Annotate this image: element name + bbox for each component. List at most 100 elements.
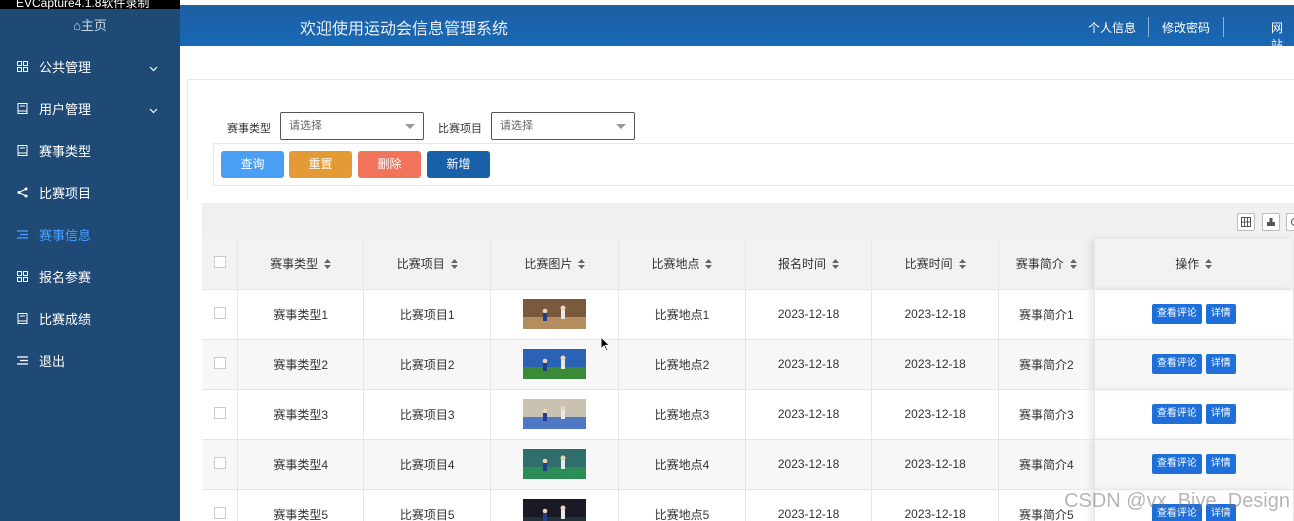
place-cell: 比赛地点2	[618, 339, 746, 390]
match-time-cell: 2023-12-18	[871, 339, 999, 390]
intro-cell: 赛事简介3	[998, 389, 1095, 440]
print-icon[interactable]	[1286, 213, 1294, 231]
delete-button[interactable]: 删除	[358, 151, 421, 178]
image-cell	[490, 389, 620, 440]
recorder-label: EVCapture4.1.8软件录制	[0, 0, 180, 9]
change-password-link[interactable]: 修改密码	[1162, 19, 1210, 36]
sidebar-item-label: 报名参赛	[39, 269, 92, 285]
badminton-photo-image	[523, 499, 587, 521]
sort-icon[interactable]	[450, 258, 458, 272]
column-header-label: 比赛时间	[904, 257, 953, 272]
place-cell: 比赛地点5	[618, 489, 746, 521]
table-row: 赛事类型1 比赛项目1 比赛地点1 2023-12-18 2023-12-18 赛事简介1…	[202, 289, 1294, 340]
sidebar-item[interactable]: 报名参赛	[0, 256, 180, 296]
event-type-cell: 赛事类型4	[237, 439, 364, 490]
badminton-photo-image	[523, 299, 587, 329]
row-select-cell	[202, 489, 239, 521]
row-checkbox[interactable]	[213, 356, 226, 369]
column-header-label: 比赛地点	[651, 257, 700, 272]
grid-icon	[16, 60, 28, 72]
chevron-down-icon	[616, 124, 626, 129]
select-all-cell	[202, 239, 239, 290]
signup-time-cell: 2023-12-18	[745, 389, 873, 440]
top-header: 欢迎使用运动会信息管理系统 个人信息 修改密码 网站	[180, 5, 1294, 52]
column-header[interactable]: 比赛图片	[490, 239, 620, 290]
sidebar-item[interactable]: 比赛成绩	[0, 298, 180, 338]
view-comments-button[interactable]: 查看评论	[1151, 454, 1202, 474]
view-comments-button[interactable]: 查看评论	[1151, 304, 1202, 324]
header-divider	[1223, 17, 1224, 37]
image-cell	[490, 489, 620, 521]
signup-time-cell: 2023-12-18	[745, 489, 873, 521]
profile-link[interactable]: 个人信息	[1088, 19, 1136, 36]
project-cell: 比赛项目1	[363, 289, 492, 340]
query-button[interactable]: 查询	[221, 151, 284, 178]
column-header[interactable]: 操作	[1094, 239, 1294, 290]
home-link[interactable]: ⌂主页	[0, 15, 180, 34]
sidebar-item[interactable]: 赛事信息	[0, 214, 180, 254]
event-type-select[interactable]: 请选择	[280, 112, 424, 140]
detail-button[interactable]: 详情	[1205, 354, 1236, 374]
operation-cell: 查看评论 详情	[1094, 339, 1294, 390]
event-type-cell: 赛事类型2	[237, 339, 364, 390]
reset-button[interactable]: 重置	[289, 151, 352, 178]
column-header[interactable]: 赛事简介	[998, 239, 1095, 290]
signup-time-cell: 2023-12-18	[745, 339, 873, 390]
sidebar-item[interactable]: 用户管理	[0, 88, 180, 128]
project-select[interactable]: 请选择	[491, 112, 635, 140]
column-header[interactable]: 比赛项目	[363, 239, 492, 290]
event-type-cell: 赛事类型5	[237, 489, 364, 521]
column-header[interactable]: 报名时间	[745, 239, 873, 290]
select-all-checkbox[interactable]	[213, 256, 226, 269]
row-checkbox[interactable]	[213, 506, 226, 519]
table-header-row: 赛事类型 比赛项目 比赛图片 比赛地点 报名时间 比赛时间 赛事简介 操作	[202, 239, 1294, 290]
intro-cell: 赛事简介4	[998, 439, 1095, 490]
column-header[interactable]: 比赛地点	[618, 239, 746, 290]
sort-icon[interactable]	[324, 258, 332, 272]
sort-icon[interactable]	[578, 258, 586, 272]
chevron-down-icon	[149, 60, 158, 75]
view-comments-button[interactable]: 查看评论	[1151, 354, 1202, 374]
column-header-label: 操作	[1175, 257, 1200, 272]
detail-button[interactable]: 详情	[1205, 304, 1236, 324]
sort-icon[interactable]	[1205, 258, 1213, 272]
website-link[interactable]: 网站	[1271, 19, 1294, 53]
mouse-cursor-icon	[600, 336, 611, 352]
view-comments-button[interactable]: 查看评论	[1151, 404, 1202, 424]
image-cell	[490, 439, 620, 490]
image-cell	[490, 289, 620, 340]
column-header[interactable]: 赛事类型	[237, 239, 364, 290]
sort-icon[interactable]	[958, 258, 966, 272]
project-cell: 比赛项目4	[363, 439, 492, 490]
sort-icon[interactable]	[705, 258, 713, 272]
sidebar-item-label: 赛事信息	[39, 227, 92, 243]
row-select-cell	[202, 389, 239, 440]
sidebar-item[interactable]: 比赛项目	[0, 172, 180, 212]
project-cell: 比赛项目2	[363, 339, 492, 390]
sidebar-item[interactable]: 退出	[0, 340, 180, 380]
project-cell: 比赛项目5	[363, 489, 492, 521]
export-icon[interactable]	[1262, 213, 1280, 231]
detail-button[interactable]: 详情	[1205, 404, 1236, 424]
signup-time-cell: 2023-12-18	[745, 439, 873, 490]
operation-cell: 查看评论 详情	[1094, 289, 1294, 340]
chevron-down-icon	[149, 102, 158, 117]
panel-border	[187, 79, 188, 199]
sidebar-item[interactable]: 公共管理	[0, 46, 180, 86]
operation-cell: 查看评论 详情	[1094, 389, 1294, 440]
match-time-cell: 2023-12-18	[871, 389, 999, 440]
column-header[interactable]: 比赛时间	[871, 239, 999, 290]
columns-icon[interactable]	[1237, 213, 1255, 231]
row-checkbox[interactable]	[213, 456, 226, 469]
sort-icon[interactable]	[1069, 258, 1077, 272]
place-cell: 比赛地点1	[618, 289, 746, 340]
operation-cell: 查看评论 详情	[1094, 439, 1294, 490]
detail-button[interactable]: 详情	[1205, 454, 1236, 474]
row-checkbox[interactable]	[213, 406, 226, 419]
share-icon	[16, 186, 28, 198]
add-button[interactable]: 新增	[427, 151, 490, 178]
sidebar-item[interactable]: 赛事类型	[0, 130, 180, 170]
sort-icon[interactable]	[832, 258, 840, 272]
place-cell: 比赛地点3	[618, 389, 746, 440]
row-checkbox[interactable]	[213, 306, 226, 319]
